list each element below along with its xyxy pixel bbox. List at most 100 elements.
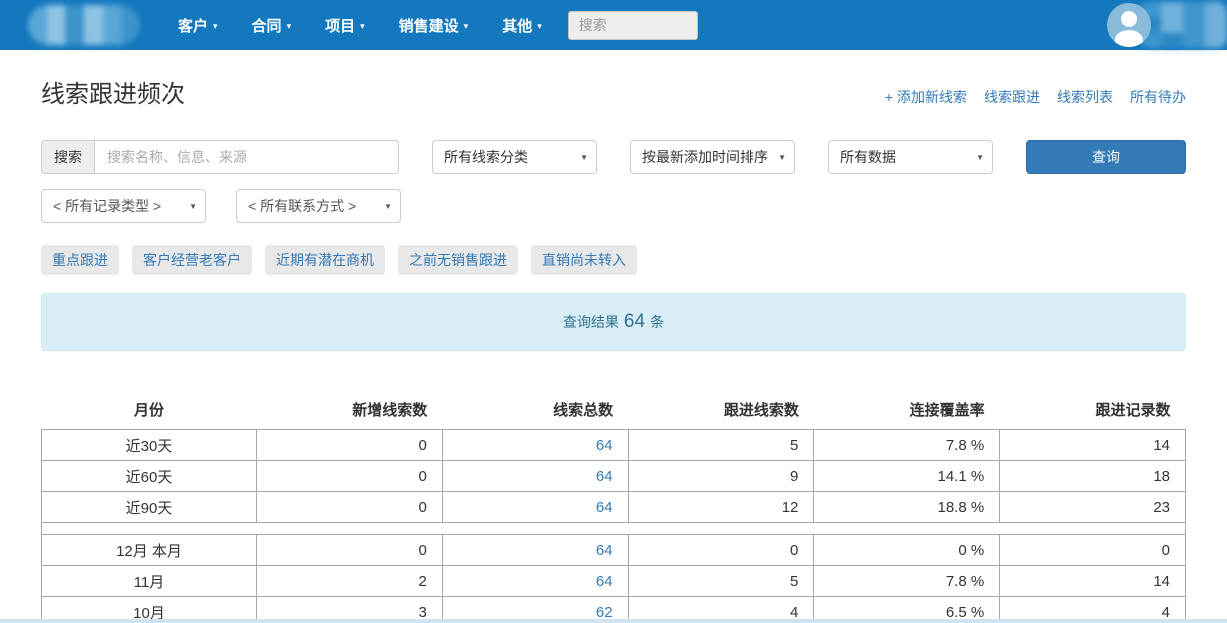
coverage-cell: 18.8 % <box>814 492 1000 523</box>
table-row: 11月 2 64 5 7.8 % 14 <box>42 566 1186 597</box>
records-cell: 0 <box>1000 535 1186 566</box>
total-leads-link[interactable]: 64 <box>442 535 628 566</box>
avatar[interactable] <box>1107 3 1151 47</box>
menu-customers[interactable]: 客户 ▾ <box>178 15 218 36</box>
result-prefix: 查询结果 <box>563 312 619 332</box>
page-title: 线索跟进频次 <box>41 74 185 109</box>
coverage-cell: 7.8 % <box>814 566 1000 597</box>
select-lead-category[interactable]: 所有线索分类 ▼ <box>432 140 597 174</box>
tag-old-customer[interactable]: 客户经营老客户 <box>132 245 252 275</box>
top-navbar: 客户 ▾ 合同 ▾ 项目 ▾ 销售建设 ▾ 其他 ▾ <box>0 0 1227 50</box>
month-cell: 近60天 <box>42 461 257 492</box>
link-lead-follow-up[interactable]: 线索跟进 <box>984 87 1040 107</box>
menu-contracts[interactable]: 合同 ▾ <box>252 15 292 36</box>
search-addon-label: 搜索 <box>41 140 94 174</box>
followed-leads-cell: 5 <box>628 430 814 461</box>
table-gap-row <box>42 523 1186 535</box>
col-followed-leads: 跟进线索数 <box>628 399 814 430</box>
tag-key-follow-up[interactable]: 重点跟进 <box>41 245 119 275</box>
query-button[interactable]: 查询 <box>1026 140 1186 174</box>
user-name-blurred[interactable] <box>1139 2 1227 48</box>
records-cell: 23 <box>1000 492 1186 523</box>
menu-sales-building[interactable]: 销售建设 ▾ <box>399 15 469 36</box>
month-cell: 近30天 <box>42 430 257 461</box>
col-month: 月份 <box>42 399 257 430</box>
link-all-todos[interactable]: 所有待办 <box>1130 87 1186 107</box>
coverage-cell: 0 % <box>814 535 1000 566</box>
col-new-leads: 新增线索数 <box>257 399 443 430</box>
total-leads-link[interactable]: 64 <box>442 461 628 492</box>
select-contact-method[interactable]: < 所有联系方式 > ▼ <box>236 189 401 223</box>
table-header-row: 月份 新增线索数 线索总数 跟进线索数 连接覆盖率 跟进记录数 <box>42 399 1186 430</box>
total-leads-link[interactable]: 64 <box>442 566 628 597</box>
new-leads-cell: 2 <box>257 566 443 597</box>
tag-potential-opportunity[interactable]: 近期有潜在商机 <box>265 245 385 275</box>
filter-row-2: < 所有记录类型 > ▼ < 所有联系方式 > ▼ <box>41 189 1186 223</box>
query-result-bar: 查询结果 64 条 <box>41 293 1186 351</box>
new-leads-cell: 0 <box>257 461 443 492</box>
table-row: 近30天 0 64 5 7.8 % 14 <box>42 430 1186 461</box>
col-coverage-rate: 连接覆盖率 <box>814 399 1000 430</box>
new-leads-cell: 0 <box>257 535 443 566</box>
month-cell: 11月 <box>42 566 257 597</box>
table-row: 近90天 0 64 12 18.8 % 23 <box>42 492 1186 523</box>
select-data-scope[interactable]: 所有数据 ▼ <box>828 140 993 174</box>
dropdown-caret-icon: ▼ <box>189 202 197 211</box>
lead-search-input[interactable] <box>94 140 399 174</box>
col-total-leads: 线索总数 <box>442 399 628 430</box>
month-cell: 12月 本月 <box>42 535 257 566</box>
result-suffix: 条 <box>650 312 664 332</box>
records-cell: 14 <box>1000 566 1186 597</box>
menu-other[interactable]: 其他 ▾ <box>502 15 542 36</box>
select-sort-order[interactable]: 按最新添加时间排序 ▼ <box>630 140 795 174</box>
total-leads-link[interactable]: 64 <box>442 430 628 461</box>
dropdown-caret-icon: ▼ <box>778 153 786 162</box>
chevron-down-icon: ▾ <box>537 20 542 31</box>
menu-label: 项目 <box>325 15 355 36</box>
followed-leads-cell: 12 <box>628 492 814 523</box>
lead-search-group: 搜索 <box>41 140 399 174</box>
header-links: + 添加新线索 线索跟进 线索列表 所有待办 <box>885 87 1186 107</box>
menu-label: 销售建设 <box>399 15 459 36</box>
followed-leads-cell: 0 <box>628 535 814 566</box>
month-cell: 近90天 <box>42 492 257 523</box>
menu-label: 客户 <box>178 15 208 36</box>
followed-leads-cell: 9 <box>628 461 814 492</box>
new-leads-cell: 0 <box>257 430 443 461</box>
follow-up-stats-table: 月份 新增线索数 线索总数 跟进线索数 连接覆盖率 跟进记录数 近30天 0 6… <box>41 399 1186 623</box>
chevron-down-icon: ▾ <box>287 20 292 31</box>
table-row: 12月 本月 0 64 0 0 % 0 <box>42 535 1186 566</box>
main-menu: 客户 ▾ 合同 ▾ 项目 ▾ 销售建设 ▾ 其他 ▾ <box>178 15 542 36</box>
page-content: 线索跟进频次 + 添加新线索 线索跟进 线索列表 所有待办 搜索 所有线索分类 … <box>41 74 1186 623</box>
result-count: 64 <box>624 311 645 333</box>
person-icon <box>1115 30 1143 47</box>
new-leads-cell: 0 <box>257 492 443 523</box>
col-follow-records: 跟进记录数 <box>1000 399 1186 430</box>
app-logo-blurred[interactable] <box>28 5 140 45</box>
followed-leads-cell: 5 <box>628 566 814 597</box>
window-bottom-edge <box>0 619 1227 623</box>
select-record-type[interactable]: < 所有记录类型 > ▼ <box>41 189 206 223</box>
coverage-cell: 14.1 % <box>814 461 1000 492</box>
menu-label: 其他 <box>502 15 532 36</box>
menu-label: 合同 <box>252 15 282 36</box>
chevron-down-icon: ▾ <box>360 20 365 31</box>
user-area <box>1107 2 1227 48</box>
dropdown-caret-icon: ▼ <box>580 153 588 162</box>
link-add-new-lead[interactable]: + 添加新线索 <box>885 87 967 107</box>
page-header: 线索跟进频次 + 添加新线索 线索跟进 线索列表 所有待办 <box>41 74 1186 109</box>
tag-direct-not-transferred[interactable]: 直销尚未转入 <box>531 245 637 275</box>
table-row: 近60天 0 64 9 14.1 % 18 <box>42 461 1186 492</box>
records-cell: 18 <box>1000 461 1186 492</box>
records-cell: 14 <box>1000 430 1186 461</box>
global-search-input[interactable] <box>568 11 698 40</box>
coverage-cell: 7.8 % <box>814 430 1000 461</box>
chevron-down-icon: ▾ <box>464 20 469 31</box>
tag-no-prior-sales-follow[interactable]: 之前无销售跟进 <box>398 245 518 275</box>
link-lead-list[interactable]: 线索列表 <box>1057 87 1113 107</box>
chevron-down-icon: ▾ <box>213 20 218 31</box>
menu-projects[interactable]: 项目 ▾ <box>325 15 365 36</box>
quick-filter-tags: 重点跟进 客户经营老客户 近期有潜在商机 之前无销售跟进 直销尚未转入 <box>41 245 1186 275</box>
person-icon <box>1121 11 1137 27</box>
total-leads-link[interactable]: 64 <box>442 492 628 523</box>
